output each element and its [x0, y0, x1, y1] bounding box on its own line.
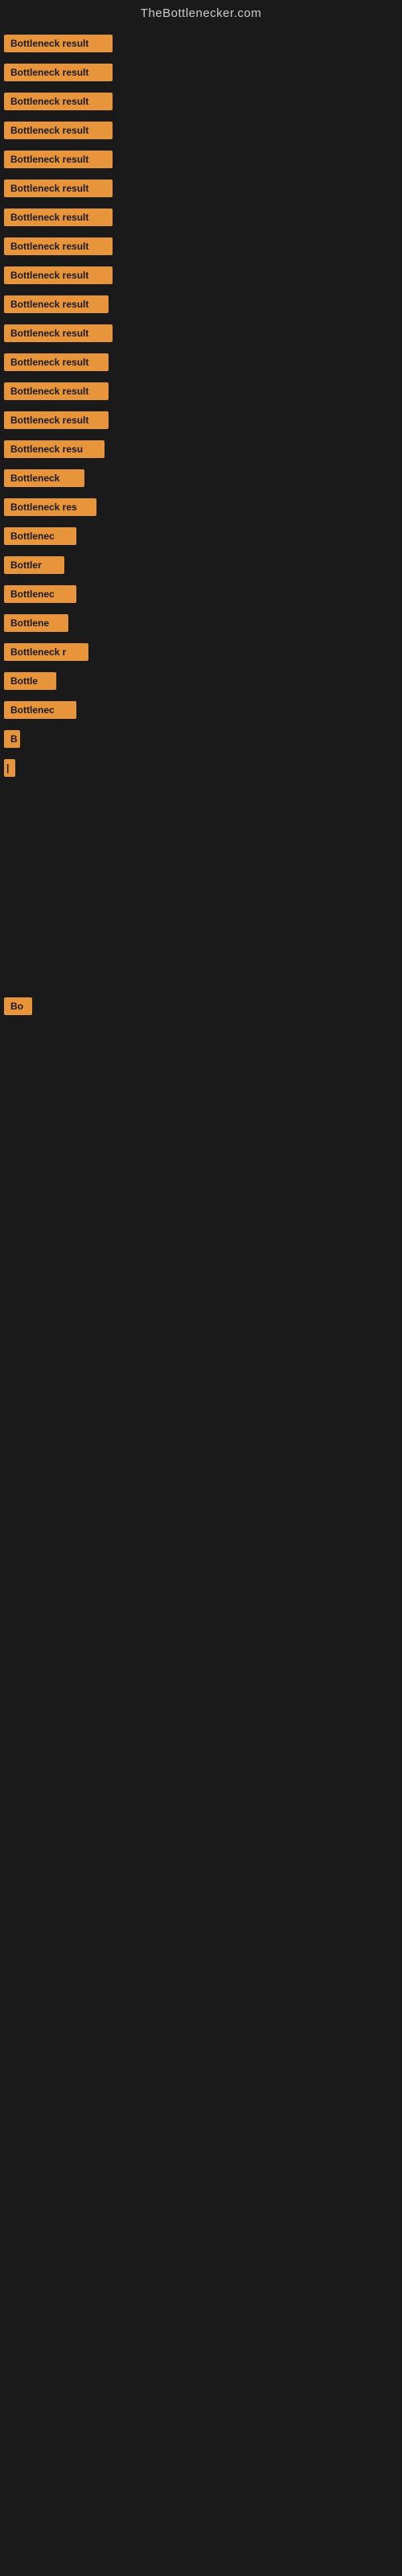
bottleneck-badge[interactable]: Bottlenec — [4, 701, 76, 719]
list-item: Bo — [4, 993, 398, 1020]
bottleneck-badge[interactable]: Bottleneck result — [4, 295, 109, 313]
list-item: Bottleneck result — [4, 88, 398, 115]
bottleneck-badge[interactable]: Bottleneck result — [4, 237, 113, 255]
bottleneck-badge[interactable]: Bottle — [4, 672, 56, 690]
site-header: TheBottlenecker.com — [0, 0, 402, 30]
list-item: Bottleneck result — [4, 407, 398, 434]
list-item: B — [4, 725, 398, 753]
list-item: Bottleneck result — [4, 349, 398, 376]
list-item: Bottlenec — [4, 580, 398, 608]
list-item: Bottlenec — [4, 522, 398, 550]
bottleneck-badge[interactable]: Bottleneck result — [4, 93, 113, 110]
bottleneck-badge[interactable]: Bottlenec — [4, 585, 76, 603]
bottleneck-list: Bottleneck result Bottleneck result Bott… — [0, 30, 402, 1327]
bottleneck-badge[interactable]: Bottleneck result — [4, 411, 109, 429]
list-item: Bottlene — [4, 609, 398, 637]
bottleneck-badge[interactable]: B — [4, 730, 20, 748]
bottleneck-badge[interactable]: Bo — [4, 997, 32, 1015]
bottleneck-badge[interactable]: | — [4, 759, 15, 777]
site-title: TheBottlenecker.com — [0, 0, 402, 30]
bottleneck-badge[interactable]: Bottleneck result — [4, 64, 113, 81]
bottleneck-badge[interactable]: Bottleneck result — [4, 353, 109, 371]
bottleneck-badge[interactable]: Bottleneck res — [4, 498, 96, 516]
bottleneck-badge[interactable]: Bottleneck result — [4, 266, 113, 284]
list-item: Bottleneck result — [4, 59, 398, 86]
list-item: Bottleneck result — [4, 204, 398, 231]
list-item: | — [4, 754, 398, 782]
spacer-2 — [4, 1022, 398, 1327]
bottleneck-badge[interactable]: Bottleneck — [4, 469, 84, 487]
bottleneck-badge[interactable]: Bottleneck result — [4, 180, 113, 197]
list-item: Bottleneck result — [4, 320, 398, 347]
bottleneck-badge[interactable]: Bottleneck result — [4, 208, 113, 226]
bottleneck-badge[interactable]: Bottlene — [4, 614, 68, 632]
list-item: Bottleneck result — [4, 30, 398, 57]
list-item: Bottleneck result — [4, 262, 398, 289]
list-item: Bottleneck resu — [4, 436, 398, 463]
bottleneck-badge[interactable]: Bottleneck resu — [4, 440, 105, 458]
bottleneck-badge[interactable]: Bottlenec — [4, 527, 76, 545]
bottleneck-badge[interactable]: Bottleneck r — [4, 643, 88, 661]
list-item: Bottlenec — [4, 696, 398, 724]
list-item: Bottleneck result — [4, 378, 398, 405]
list-item: Bottle — [4, 667, 398, 695]
spacer — [4, 783, 398, 993]
bottleneck-badge[interactable]: Bottler — [4, 556, 64, 574]
list-item: Bottleneck result — [4, 233, 398, 260]
bottleneck-badge[interactable]: Bottleneck result — [4, 382, 109, 400]
list-item: Bottleneck result — [4, 146, 398, 173]
list-item: Bottleneck result — [4, 291, 398, 318]
bottleneck-badge[interactable]: Bottleneck result — [4, 151, 113, 168]
list-item: Bottleneck result — [4, 175, 398, 202]
bottleneck-badge[interactable]: Bottleneck result — [4, 35, 113, 52]
bottleneck-badge[interactable]: Bottleneck result — [4, 324, 113, 342]
list-item: Bottleneck res — [4, 493, 398, 521]
list-item: Bottleneck r — [4, 638, 398, 666]
list-item: Bottler — [4, 551, 398, 579]
list-item: Bottleneck result — [4, 117, 398, 144]
list-item: Bottleneck — [4, 464, 398, 492]
bottleneck-badge[interactable]: Bottleneck result — [4, 122, 113, 139]
